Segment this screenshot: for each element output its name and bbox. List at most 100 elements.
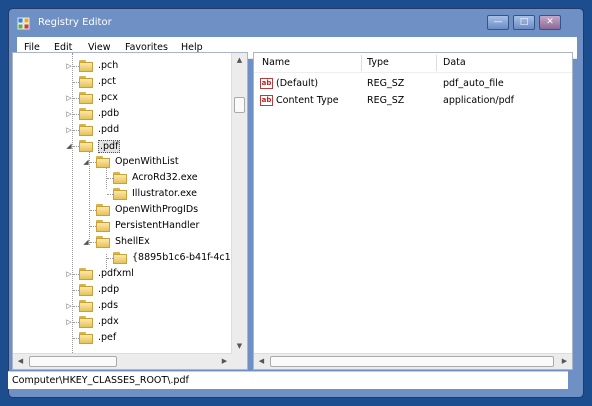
- folder-icon: [79, 300, 93, 312]
- column-header-type[interactable]: Type: [367, 57, 389, 74]
- scroll-left-icon[interactable]: ◀: [13, 354, 28, 369]
- tree-item[interactable]: ▷ .pdd: [13, 123, 233, 138]
- tree-item[interactable]: Illustrator.exe: [13, 187, 233, 202]
- values-list[interactable]: Name Type Data ab (Default) REG_SZ pdf_a…: [253, 52, 573, 370]
- title-bar[interactable]: Registry Editor — □ ✕: [9, 9, 583, 37]
- folder-icon: [79, 60, 93, 72]
- tree-item-label: .pct: [98, 76, 116, 87]
- folder-icon: [79, 332, 93, 344]
- triangle-right-icon[interactable]: ▷: [65, 63, 73, 70]
- column-separator[interactable]: [436, 55, 437, 71]
- folder-icon: [79, 140, 93, 152]
- window-title: Registry Editor: [38, 17, 112, 28]
- folder-icon: [96, 156, 110, 168]
- tree-item[interactable]: ▷ .pds: [13, 299, 233, 314]
- scroll-down-icon[interactable]: ▼: [232, 339, 247, 354]
- triangle-right-icon[interactable]: ▷: [65, 319, 73, 326]
- list-horizontal-scrollbar[interactable]: ◀ ▶: [254, 353, 572, 369]
- scroll-corner: [232, 354, 247, 369]
- value-type: REG_SZ: [367, 95, 405, 106]
- tree-item-label: .pds: [98, 300, 119, 311]
- folder-icon: [79, 76, 93, 88]
- tree-item[interactable]: .pdp: [13, 283, 233, 298]
- minimize-button[interactable]: —: [487, 15, 509, 30]
- triangle-right-icon[interactable]: ▷: [65, 111, 73, 118]
- column-header-data[interactable]: Data: [443, 57, 466, 74]
- tree-item-label: AcroRd32.exe: [132, 172, 198, 183]
- status-path: Computer\HKEY_CLASSES_ROOT\.pdf: [12, 375, 189, 386]
- tree-item-label: .pdf: [98, 140, 121, 153]
- tree-hscroll-thumb[interactable]: [29, 356, 117, 367]
- tree-item-label: Illustrator.exe: [132, 188, 197, 199]
- tree-item[interactable]: ◢ ShellEx: [13, 235, 233, 250]
- string-value-icon: ab: [260, 78, 273, 89]
- tree-item-label: .pdfxml: [98, 268, 134, 279]
- column-separator[interactable]: [361, 55, 362, 71]
- folder-icon: [79, 316, 93, 328]
- list-row[interactable]: ab Content Type REG_SZ application/pdf: [254, 94, 572, 109]
- folder-icon: [79, 92, 93, 104]
- column-header-row: Name Type Data: [254, 53, 572, 73]
- folder-icon: [79, 108, 93, 120]
- tree-item-label: .pdx: [98, 316, 119, 327]
- folder-icon: [113, 172, 127, 184]
- tree-item[interactable]: ▷ .pdfxml: [13, 267, 233, 282]
- triangle-down-icon[interactable]: ◢: [65, 143, 73, 150]
- tree-vertical-scrollbar[interactable]: ▲ ▼: [231, 53, 247, 354]
- tree-item[interactable]: ▷ .pdx: [13, 315, 233, 330]
- close-button[interactable]: ✕: [539, 15, 561, 30]
- tree-item-label: .pdb: [98, 108, 120, 119]
- triangle-right-icon[interactable]: ▷: [65, 127, 73, 134]
- scroll-left-icon[interactable]: ◀: [254, 354, 269, 369]
- folder-icon: [96, 220, 110, 232]
- scroll-right-icon[interactable]: ▶: [217, 354, 232, 369]
- string-value-icon: ab: [260, 95, 273, 106]
- triangle-down-icon[interactable]: ◢: [82, 159, 90, 166]
- tree-item-label: PersistentHandler: [115, 220, 200, 231]
- tree-item[interactable]: ▷ .pcx: [13, 91, 233, 106]
- folder-icon: [113, 252, 127, 264]
- tree-item[interactable]: AcroRd32.exe: [13, 171, 233, 186]
- folder-icon: [79, 268, 93, 280]
- list-hscroll-thumb[interactable]: [270, 356, 554, 367]
- tree-item[interactable]: OpenWithProgIDs: [13, 203, 233, 218]
- value-data: pdf_auto_file: [443, 78, 504, 89]
- tree-item[interactable]: ◢ .pdf: [13, 139, 233, 154]
- tree-item[interactable]: {8895b1c6-b41f-4c1: [13, 251, 233, 266]
- folder-icon: [96, 204, 110, 216]
- tree-item-label: OpenWithList: [115, 156, 179, 167]
- tree-item-label: .pch: [98, 60, 119, 71]
- value-type: REG_SZ: [367, 78, 405, 89]
- tree-item[interactable]: ▷ .pdb: [13, 107, 233, 122]
- list-row[interactable]: ab (Default) REG_SZ pdf_auto_file: [254, 77, 572, 92]
- value-name: Content Type: [276, 95, 339, 106]
- key-tree[interactable]: ▷ .pch .pct ▷ .pcx ▷ .pdb ▷ .pdd ◢ .pdf ◢ OpenWithLi…: [12, 52, 248, 370]
- triangle-right-icon[interactable]: ▷: [65, 271, 73, 278]
- registry-editor-icon: [17, 17, 30, 30]
- triangle-right-icon[interactable]: ▷: [65, 303, 73, 310]
- tree-item[interactable]: PersistentHandler: [13, 219, 233, 234]
- triangle-right-icon[interactable]: ▷: [65, 95, 73, 102]
- tree-vscroll-thumb[interactable]: [234, 97, 245, 113]
- value-name: (Default): [276, 78, 319, 89]
- folder-icon: [79, 284, 93, 296]
- status-bar: Computer\HKEY_CLASSES_ROOT\.pdf: [8, 371, 568, 389]
- column-header-name[interactable]: Name: [262, 57, 290, 74]
- tree-item-label: .pcx: [98, 92, 118, 103]
- folder-icon: [113, 188, 127, 200]
- tree-item[interactable]: .pct: [13, 75, 233, 90]
- tree-item-label: .pdd: [98, 124, 120, 135]
- tree-item[interactable]: ◢ OpenWithList: [13, 155, 233, 170]
- value-data: application/pdf: [443, 95, 515, 106]
- scroll-up-icon[interactable]: ▲: [232, 53, 247, 68]
- scroll-right-icon[interactable]: ▶: [557, 354, 572, 369]
- tree-item[interactable]: ▷ .pch: [13, 59, 233, 74]
- tree-item-label: .pef: [98, 332, 117, 343]
- maximize-button[interactable]: □: [513, 15, 535, 30]
- triangle-down-icon[interactable]: ◢: [82, 239, 90, 246]
- tree-horizontal-scrollbar[interactable]: ◀ ▶: [13, 353, 232, 369]
- tree-item-label: {8895b1c6-b41f-4c1: [132, 252, 231, 263]
- folder-icon: [79, 124, 93, 136]
- tree-item[interactable]: .pef: [13, 331, 233, 346]
- tree-item-label: .pdp: [98, 284, 120, 295]
